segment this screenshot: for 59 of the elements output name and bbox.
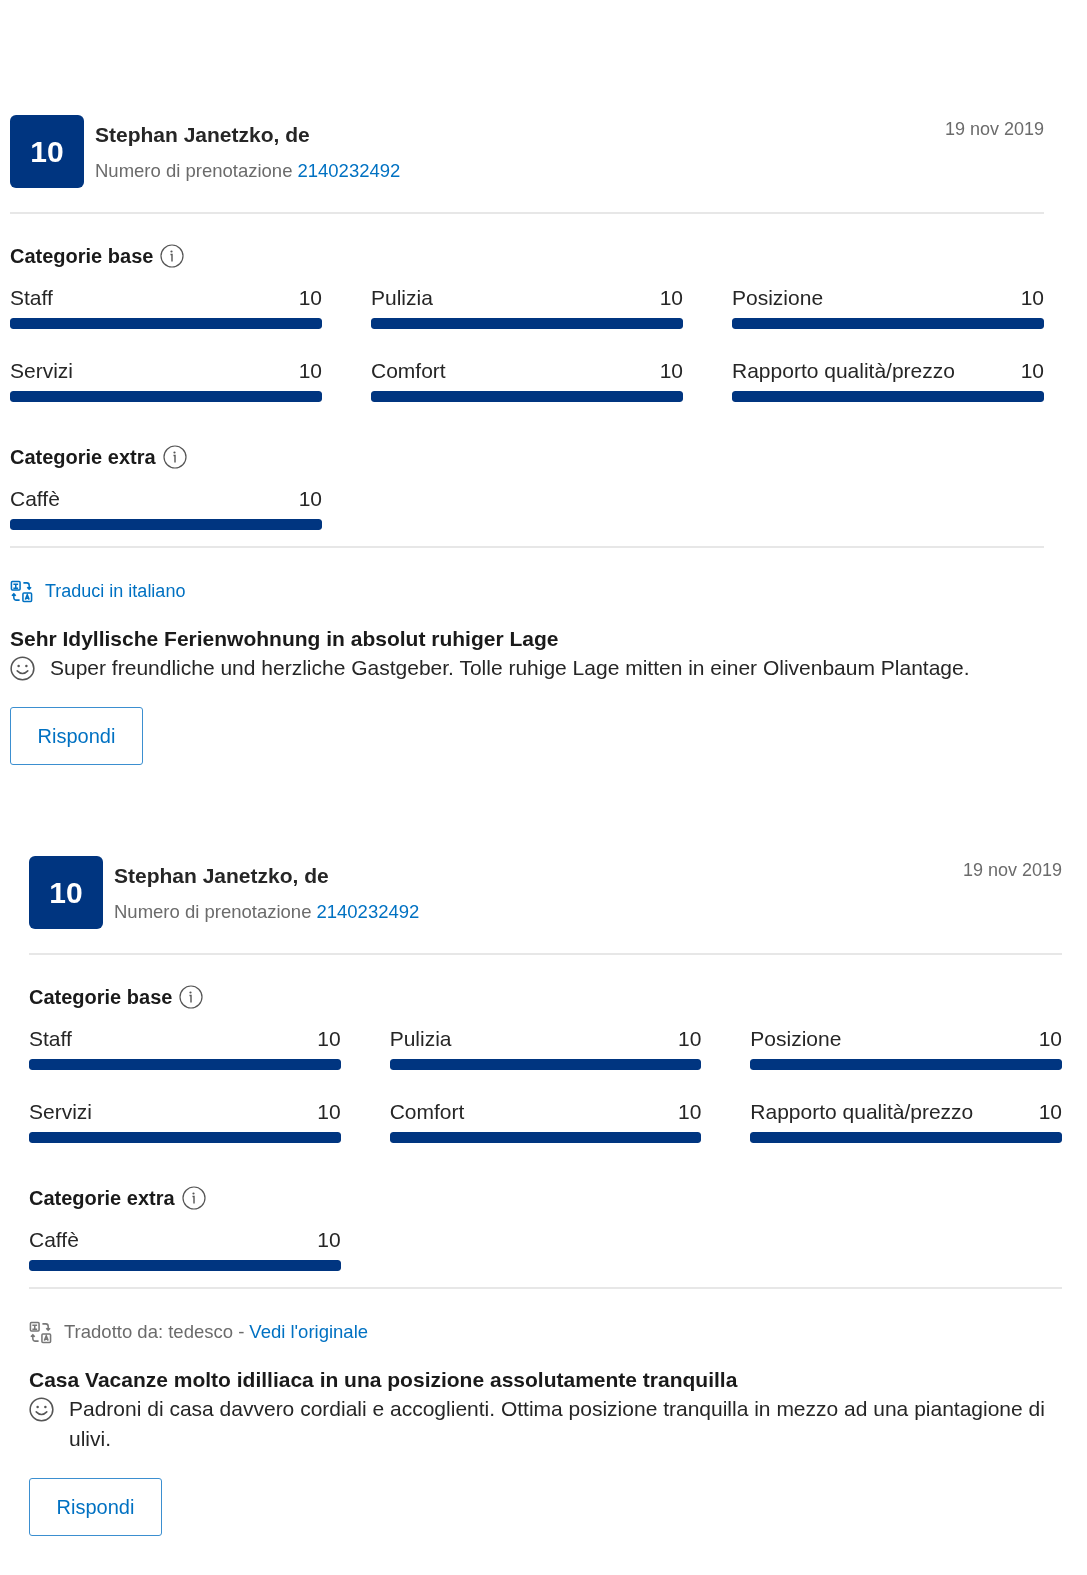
- category-label: Comfort: [371, 359, 446, 383]
- review-date: 19 nov 2019: [962, 859, 1062, 882]
- category-label: Posizione: [732, 286, 824, 310]
- category-label: Servizi: [10, 359, 73, 383]
- info-icon[interactable]: [181, 1186, 206, 1210]
- translate-link[interactable]: Traduci in italiano: [45, 579, 186, 603]
- category-score: 10: [1020, 286, 1044, 310]
- translate-icon: [10, 579, 33, 603]
- review-date: 19 nov 2019: [944, 118, 1044, 141]
- category-label: Posizione: [750, 1027, 842, 1051]
- category-label: Rapporto qualità/prezzo: [750, 1100, 974, 1124]
- category-score: 10: [1038, 1100, 1062, 1124]
- translate-icon: [29, 1320, 52, 1344]
- booking-number-link[interactable]: 2140232492: [316, 900, 420, 924]
- review-title: Casa Vacanze molto idilliaca in una posizione assolutamente tranquilla: [29, 1368, 739, 1392]
- category-score: 10: [317, 1100, 341, 1124]
- category-score: 10: [659, 359, 683, 383]
- info-icon[interactable]: [160, 244, 185, 268]
- category-group-title: Categorie extra: [10, 445, 156, 469]
- category-score: 10: [1038, 1027, 1062, 1051]
- category-score: 10: [677, 1027, 702, 1051]
- info-icon[interactable]: [162, 445, 187, 469]
- category-label: Pulizia: [389, 1027, 452, 1051]
- category-score: 10: [317, 1027, 341, 1051]
- category-label: Rapporto qualità/prezzo: [732, 359, 955, 383]
- review-text: Padroni di casa davvero cordiali e accoglienti. Ottima posizione tranquilla in mezzo ad una piantagione di ulivi.: [69, 1396, 1046, 1452]
- reply-button[interactable]: Rispondi: [29, 1478, 162, 1536]
- reviewer-name: Stephan Janetzko, de: [95, 123, 311, 147]
- category-label: Staff: [10, 286, 53, 310]
- see-original-link[interactable]: Vedi l'originale: [249, 1320, 369, 1344]
- category-score: 10: [677, 1100, 702, 1124]
- category-score: 10: [659, 286, 683, 310]
- category-label: Servizi: [29, 1100, 92, 1124]
- info-icon[interactable]: [179, 985, 204, 1009]
- category-score: 10: [298, 286, 322, 310]
- translation-notice: Tradotto da: tedesco -: [64, 1320, 245, 1344]
- review-text: Super freundliche und herzliche Gastgeber. Tolle ruhige Lage mitten in einer Olivenbaum Plantage.: [50, 655, 970, 681]
- smiley-icon: [10, 656, 35, 681]
- reply-button[interactable]: Rispondi: [10, 707, 143, 765]
- booking-label: Numero di prenotazione: [95, 159, 293, 183]
- category-score: 10: [317, 1228, 341, 1252]
- category-group-title: Categorie extra: [29, 1186, 175, 1210]
- category-label: Caffè: [29, 1228, 79, 1252]
- category-score: 10: [298, 359, 322, 383]
- category-group-title: Categorie base: [10, 244, 154, 268]
- booking-number-link[interactable]: 2140232492: [297, 159, 401, 183]
- score-badge: 10: [29, 856, 103, 929]
- reviewer-name: Stephan Janetzko, de: [114, 864, 330, 888]
- category-label: Pulizia: [371, 286, 433, 310]
- category-group-title: Categorie base: [29, 985, 173, 1009]
- smiley-icon: [29, 1397, 54, 1422]
- category-score: 10: [298, 487, 322, 511]
- category-label: Comfort: [389, 1100, 465, 1124]
- review-title: Sehr Idyllische Ferienwohnung in absolut ruhiger Lage: [10, 627, 560, 651]
- category-label: Staff: [29, 1027, 72, 1051]
- score-badge: 10: [10, 115, 84, 188]
- category-score: 10: [1020, 359, 1044, 383]
- category-label: Caffè: [10, 487, 60, 511]
- booking-label: Numero di prenotazione: [114, 900, 312, 924]
